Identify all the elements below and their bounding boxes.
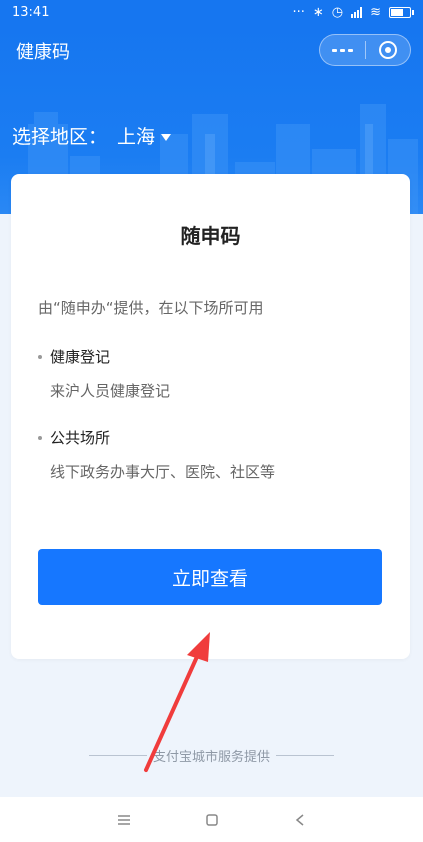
region-value[interactable]: 上海 — [117, 122, 155, 149]
status-bar: 13:41 ··· ∗ ◷ ≋ — [0, 0, 423, 24]
list-item-title-text: 公共场所 — [50, 429, 111, 447]
region-selector[interactable]: 选择地区： 上海 — [12, 122, 172, 149]
footer: 支付宝城市服务提供 — [0, 746, 423, 765]
footer-divider-right — [276, 755, 334, 756]
footer-text: 支付宝城市服务提供 — [152, 750, 270, 765]
list-item: 健康登记 来沪人员健康登记 — [38, 346, 170, 401]
bullet-icon — [38, 435, 42, 440]
status-time: 13:41 — [12, 4, 50, 20]
caret-down-icon[interactable] — [161, 133, 172, 141]
alarm-icon: ◷ — [331, 4, 344, 20]
back-icon[interactable] — [288, 808, 312, 832]
card-description: 由“随申办“提供，在以下场所可用 — [38, 299, 264, 317]
home-icon[interactable] — [200, 808, 224, 832]
list-item-subtitle: 来沪人员健康登记 — [50, 382, 171, 400]
screen: 13:41 ··· ∗ ◷ ≋ 健康码 选择地区： 上海 随申码 由“随申办“提… — [0, 0, 423, 842]
menu-icon[interactable] — [112, 808, 136, 832]
mini-program-capsule — [319, 34, 411, 66]
list-item-title: 公共场所 — [38, 427, 275, 448]
more-icon: ··· — [292, 4, 305, 20]
region-label: 选择地区： — [12, 126, 108, 148]
app-title: 健康码 — [16, 42, 70, 63]
status-icons: ··· ∗ ◷ ≋ — [292, 4, 414, 20]
view-now-button[interactable]: 立即查看 — [38, 549, 382, 605]
more-dots-icon[interactable] — [320, 35, 365, 65]
close-target-icon[interactable] — [366, 35, 411, 65]
footer-divider-left — [88, 755, 147, 756]
list-item: 公共场所 线下政务办事大厅、医院、社区等 — [38, 427, 275, 482]
signal-icon — [351, 6, 363, 18]
card-title: 随申码 — [180, 224, 241, 248]
health-code-card: 随申码 由“随申办“提供，在以下场所可用 健康登记 来沪人员健康登记 公共场所 … — [11, 174, 410, 659]
bullet-icon — [38, 354, 42, 359]
list-item-subtitle: 线下政务办事大厅、医院、社区等 — [50, 463, 276, 481]
bluetooth-icon: ∗ — [312, 4, 324, 20]
list-item-title: 健康登记 — [38, 346, 170, 367]
system-nav-bar — [0, 797, 423, 842]
battery-icon — [389, 6, 414, 18]
list-item-title-text: 健康登记 — [50, 348, 111, 366]
wifi-icon: ≋ — [370, 4, 381, 20]
